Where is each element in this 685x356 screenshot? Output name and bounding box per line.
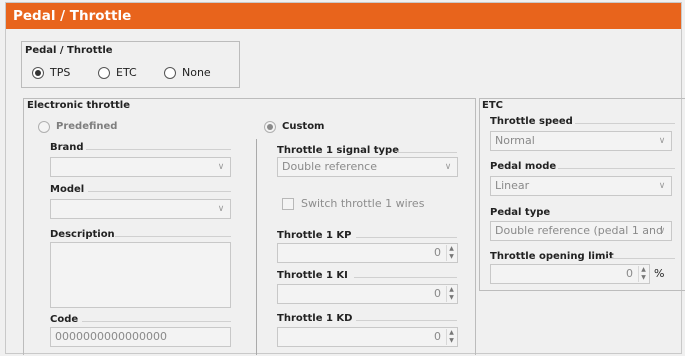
pedal-throttle-group-title: Pedal / Throttle [25,45,113,56]
signal-type-label: Throttle 1 signal type [277,145,399,156]
model-divider [88,191,231,192]
spinner-arrows-icon[interactable]: ▲ ▼ [446,329,456,345]
spinner-arrows-icon[interactable]: ▲ ▼ [446,245,456,261]
panel-title: Pedal / Throttle [6,3,681,29]
kp-divider [356,237,457,238]
model-select[interactable]: ∨ [50,199,231,219]
switch-wires-checkbox[interactable] [282,198,294,210]
throttle-speed-divider [575,123,675,124]
kp-spinner[interactable]: 0 ▲ ▼ [277,243,458,263]
ki-label: Throttle 1 KI [277,270,348,281]
throttle-speed-select[interactable]: Normal ∨ [490,131,672,151]
kd-divider [356,320,457,321]
pedal-type-select[interactable]: Double reference (pedal 1 and ∨ [490,221,672,241]
throttle-speed-label: Throttle speed [490,116,573,127]
pedal-type-label: Pedal type [490,207,551,218]
electronic-throttle-group: Electronic throttle Predefined Custom Br… [23,98,476,355]
pedal-throttle-group: Pedal / Throttle TPS ETC None [21,41,240,88]
chevron-down-icon: ∨ [217,204,225,214]
spinner-arrows-icon[interactable]: ▲ ▼ [446,286,456,302]
description-textarea[interactable] [50,242,231,308]
pedal-mode-label: Pedal mode [490,161,557,172]
brand-label: Brand [50,142,84,153]
chevron-down-icon: ∨ [217,162,225,172]
pedal-mode-select[interactable]: Linear ∨ [490,176,672,196]
radio-none[interactable] [164,67,176,79]
opening-limit-unit: % [654,267,665,280]
radio-custom[interactable] [264,121,276,133]
column-separator [256,139,257,355]
code-divider [82,321,231,322]
model-label: Model [50,184,85,195]
radio-tps-label[interactable]: TPS [50,66,70,79]
ki-divider [354,277,457,278]
kd-label: Throttle 1 KD [277,313,353,324]
chevron-down-icon: ∨ [444,162,452,172]
code-label: Code [50,314,79,325]
chevron-down-icon: ∨ [658,226,666,236]
opening-limit-label: Throttle opening limit [490,251,614,262]
signal-type-select[interactable]: Double reference ∨ [277,157,458,177]
radio-predefined[interactable] [38,121,50,133]
code-field[interactable]: 0000000000000000 [50,327,231,347]
switch-wires-label[interactable]: Switch throttle 1 wires [301,197,424,210]
radio-etc[interactable] [98,67,110,79]
radio-custom-label[interactable]: Custom [282,121,324,132]
chevron-down-icon: ∨ [658,181,666,191]
brand-select[interactable]: ∨ [50,157,231,177]
opening-limit-divider [605,258,675,259]
chevron-down-icon: ∨ [658,136,666,146]
signal-type-divider [397,152,457,153]
electronic-throttle-title: Electronic throttle [27,100,130,111]
kp-label: Throttle 1 KP [277,230,352,241]
radio-predefined-label[interactable]: Predefined [56,121,117,132]
pedal-throttle-panel: Pedal / Throttle Pedal / Throttle TPS ET… [5,2,685,355]
etc-group: ETC Throttle speed Normal ∨ Pedal mode L… [479,98,685,291]
radio-none-label[interactable]: None [182,66,211,79]
ki-spinner[interactable]: 0 ▲ ▼ [277,284,458,304]
pedal-mode-divider [558,168,675,169]
etc-title: ETC [482,100,503,111]
description-divider [115,236,231,237]
radio-etc-label[interactable]: ETC [116,66,137,79]
description-label: Description [50,229,115,240]
kd-spinner[interactable]: 0 ▲ ▼ [277,327,458,347]
opening-limit-spinner[interactable]: 0 ▲ ▼ [490,264,650,284]
brand-divider [86,149,231,150]
spinner-arrows-icon[interactable]: ▲ ▼ [638,266,648,282]
radio-tps[interactable] [32,67,44,79]
